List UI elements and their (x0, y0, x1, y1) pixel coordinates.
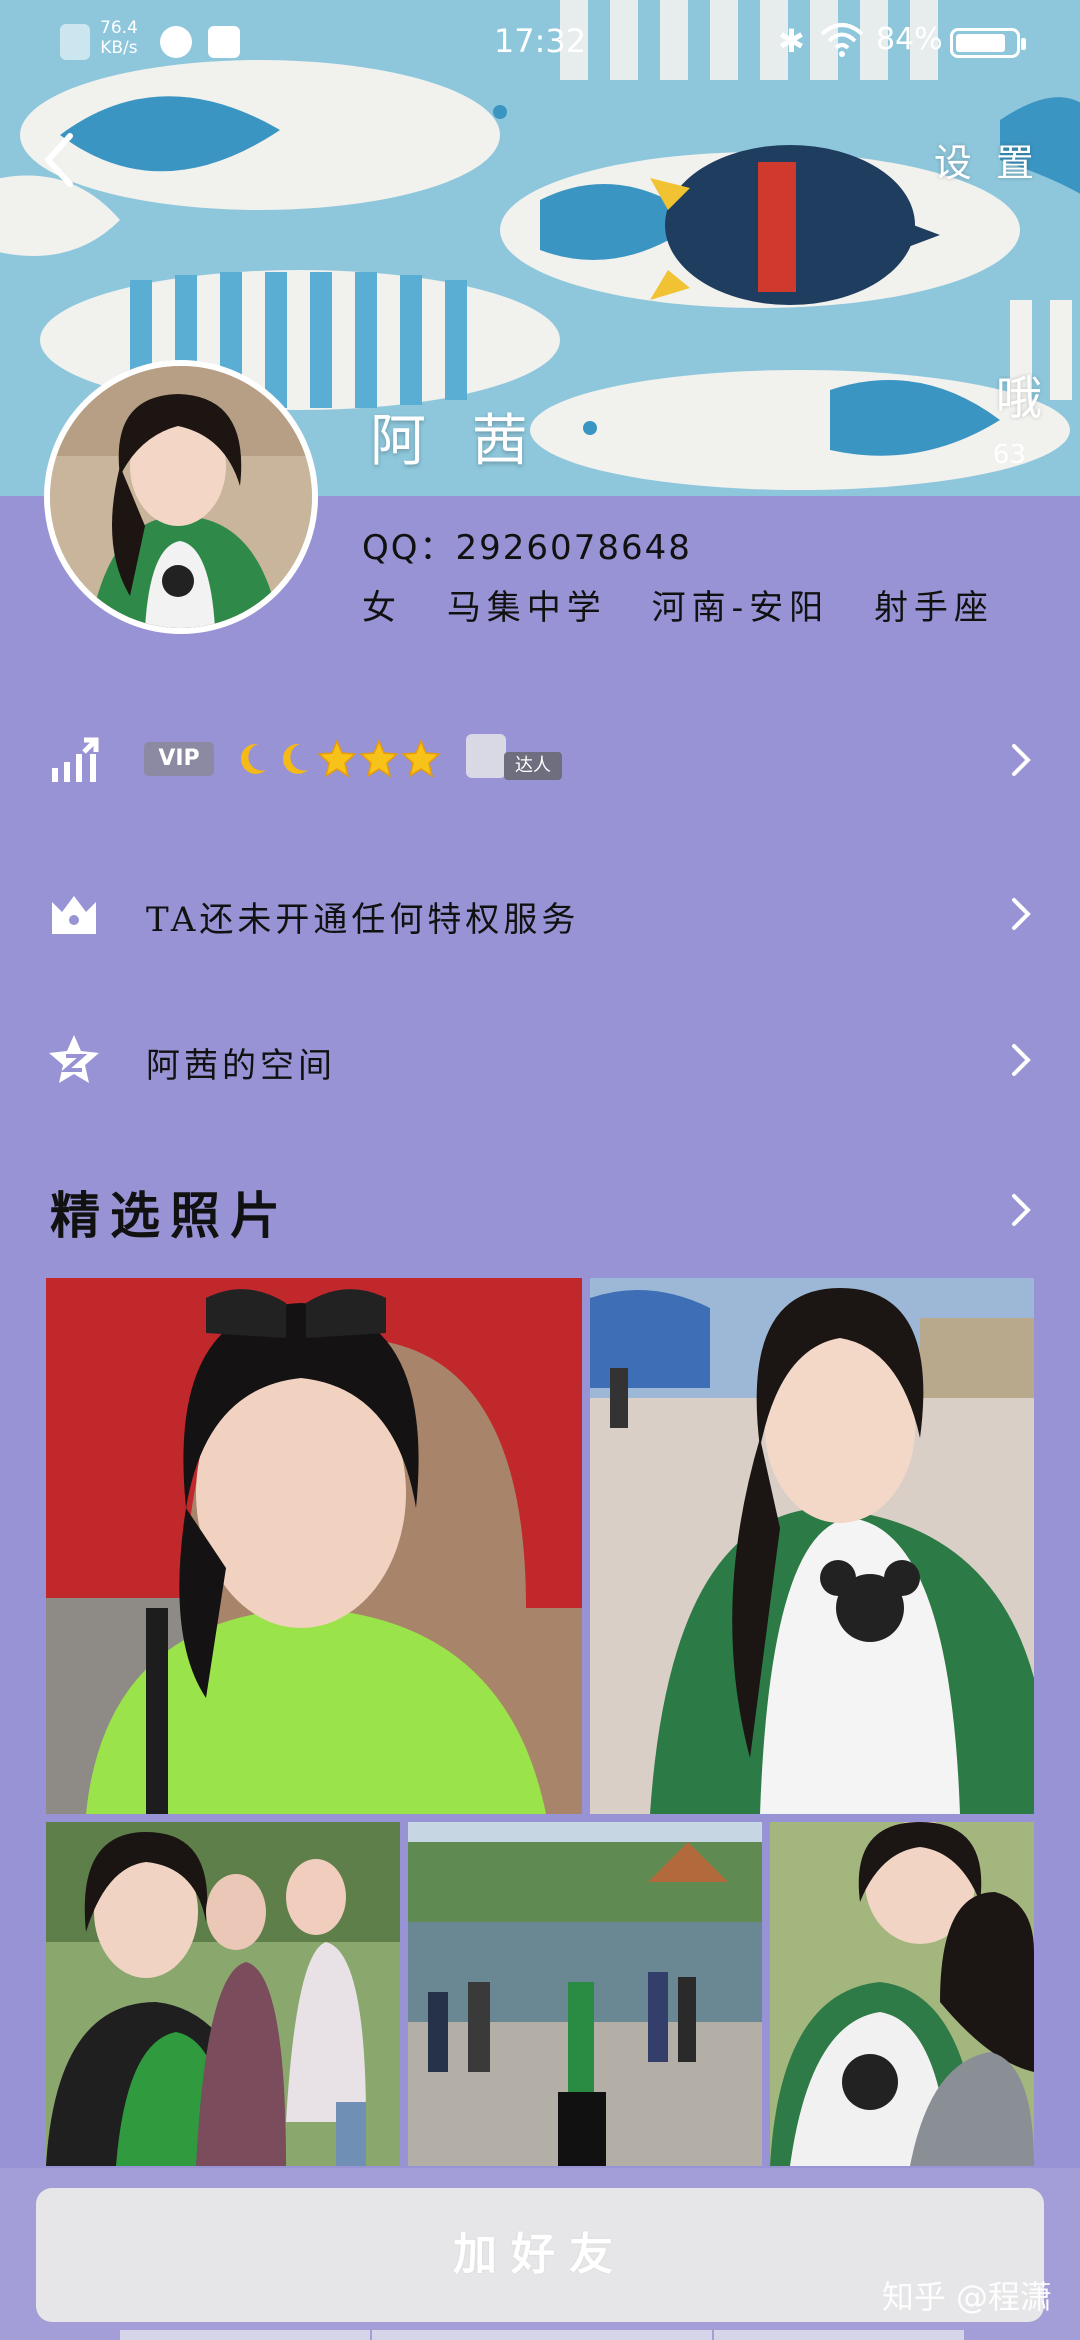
location: 河南-安阳 (651, 588, 830, 628)
moon-icon (240, 743, 266, 774)
featured-photo-3[interactable] (46, 1822, 400, 2166)
chevron-right-icon (1012, 898, 1031, 930)
featured-photo-5[interactable] (770, 1822, 1034, 2166)
space-row[interactable]: 阿茜的空间 (0, 1004, 1080, 1114)
avatar-photo (50, 366, 312, 628)
photo-image (46, 1278, 582, 1814)
photo-image (46, 1822, 400, 2166)
profile-nickname: 阿 茜 (370, 409, 542, 474)
avatar[interactable] (44, 360, 318, 634)
watermark: 知乎 @程潇 (881, 2278, 1052, 2316)
privilege-row[interactable]: TA还未开通任何特权服务 (0, 858, 1080, 968)
battery-percent: 84% (876, 22, 943, 57)
qzone-star-icon (49, 1035, 99, 1083)
bottom-tab-1 (120, 2330, 370, 2340)
chevron-right-icon (1012, 744, 1031, 776)
space-label: 阿茜的空间 (146, 1046, 336, 1086)
featured-photo-4[interactable] (408, 1822, 762, 2166)
back-button[interactable] (28, 120, 88, 200)
poke-count: 63 (992, 440, 1026, 470)
featured-photos-chevron-icon[interactable] (1006, 1190, 1036, 1230)
privilege-label: TA还未开通任何特权服务 (146, 900, 580, 940)
bottom-tab-3 (714, 2330, 964, 2340)
school: 马集中学 (446, 588, 607, 628)
bluetooth-icon: ✱ (778, 22, 805, 60)
photo-image (590, 1278, 1034, 1814)
vip-badge: VIP (144, 742, 214, 776)
wifi-icon (820, 23, 864, 57)
profile-details: 女 马集中学 河南-安阳 射手座 (362, 580, 1022, 629)
battery-fill (956, 34, 1005, 52)
star-icon (318, 739, 356, 778)
status-bar: 76.4 KB/s 17:32 ✱ 84% (0, 0, 1080, 84)
bottom-tab-2 (372, 2330, 712, 2340)
level-icons (234, 738, 440, 778)
gender: 女 (362, 588, 402, 628)
level-up-icon (52, 737, 99, 782)
star-icon (360, 739, 398, 778)
back-arrow-icon (45, 133, 73, 187)
battery-icon (950, 28, 1026, 58)
crown-icon (52, 896, 96, 934)
bell-icon (466, 734, 506, 778)
qq-number-line: QQ：2926078648 (362, 520, 692, 569)
featured-photos-title: 精选照片 (50, 1186, 290, 1245)
qq-label: QQ： (362, 528, 456, 568)
talent-label: 达人 (504, 752, 562, 780)
zodiac: 射手座 (873, 588, 994, 628)
chevron-right-icon (1012, 1044, 1031, 1076)
photo-image (770, 1822, 1034, 2166)
featured-photo-2[interactable] (590, 1278, 1034, 1814)
photo-image (408, 1822, 762, 2166)
settings-button[interactable]: 设 置 (934, 132, 1040, 187)
moon-icon (282, 743, 308, 774)
star-icon (402, 739, 440, 778)
featured-photo-1[interactable] (46, 1278, 582, 1814)
level-row[interactable]: VIP 达人 (0, 704, 1080, 814)
poke-button[interactable]: 哦 (996, 362, 1042, 428)
talent-badge: 达人 (460, 734, 566, 784)
qq-number: 2926078648 (455, 528, 692, 568)
